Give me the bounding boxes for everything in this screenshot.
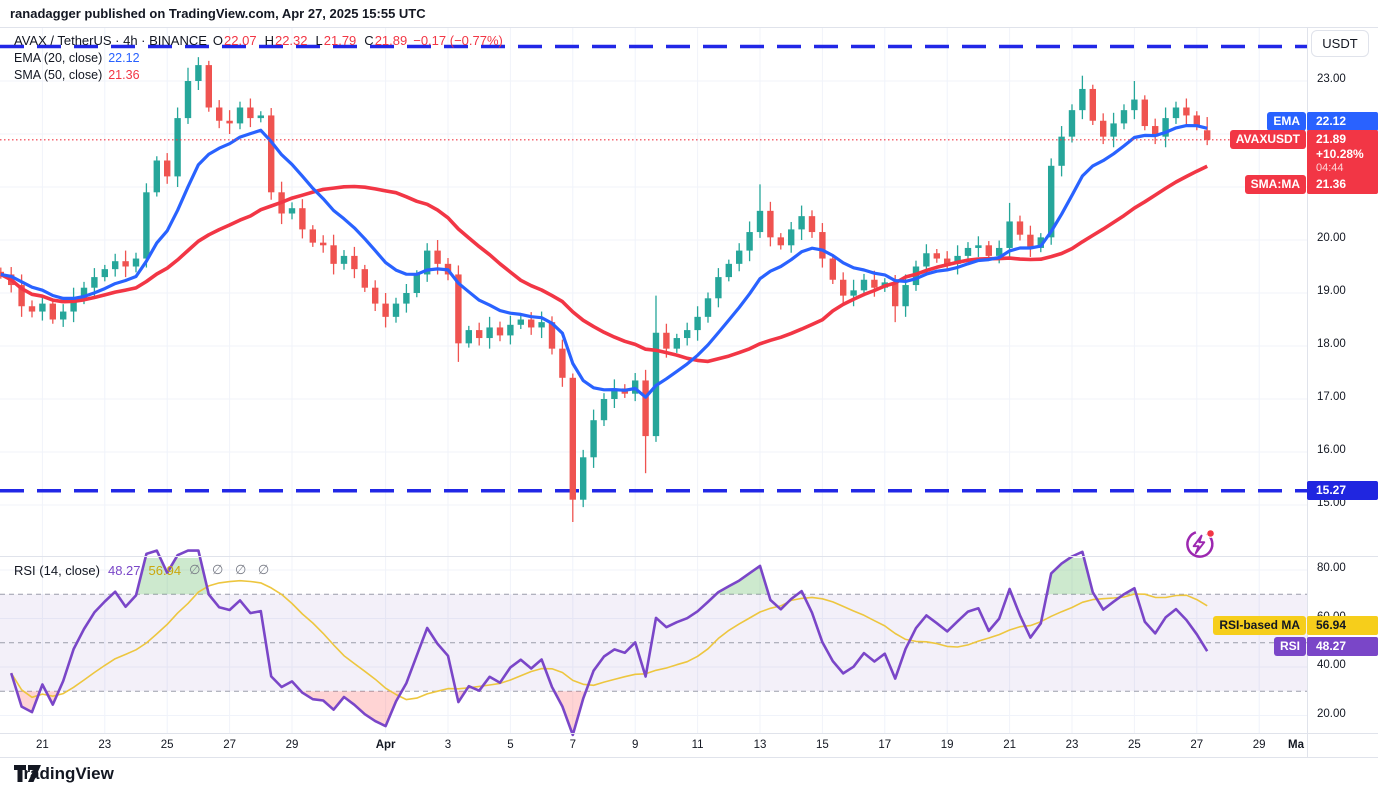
time-axis-label: 29 [1253, 739, 1266, 751]
rsi-value-tag: RSI 48.27 [1274, 637, 1378, 656]
tradingview-chart-screenshot: ranadagger published on TradingView.com,… [0, 0, 1378, 796]
symbol-legend: AVAX / TetherUS · 4h · BINANCE O22.07 H2… [14, 33, 503, 84]
open-label: O [213, 33, 223, 49]
price-tick: 16.00 [1317, 444, 1346, 456]
last-price: 21.89 [1316, 132, 1378, 147]
time-axis-label: 13 [754, 739, 767, 751]
rsi-tick: 40.00 [1317, 659, 1346, 671]
sma-label: SMA (50, close) [14, 67, 102, 83]
time-axis-label: 27 [1190, 739, 1203, 751]
time-axis-label: 27 [223, 739, 236, 751]
sma-tag-value: 21.36 [1307, 175, 1378, 194]
symbol-legend-main-row: AVAX / TetherUS · 4h · BINANCE O22.07 H2… [14, 33, 503, 49]
time-axis-label: 11 [692, 739, 704, 751]
time-axis-label: 23 [1066, 739, 1079, 751]
flash-icon[interactable] [1184, 526, 1218, 560]
symbol-price-tag: AVAXUSDT 21.89 +10.28% 04:44 [1230, 130, 1378, 179]
symbol-tag-chip: AVAXUSDT [1230, 130, 1306, 149]
high-label: H [265, 33, 274, 49]
sma-value: 21.36 [108, 67, 139, 83]
sma-legend-row: SMA (50, close) 21.36 [14, 67, 503, 83]
time-axis-label: 9 [632, 739, 638, 751]
time-axis-label: 23 [98, 739, 111, 751]
ema-value: 22.12 [108, 50, 139, 66]
time-axis-label: 5 [507, 739, 513, 751]
ohlc-values: O22.07 H22.32 L21.79 C21.89 [213, 33, 407, 49]
price-tick: 23.00 [1317, 73, 1346, 85]
tradingview-footer[interactable]: TradingView [14, 764, 114, 784]
time-axis-label: 19 [941, 739, 954, 751]
close-value: 21.89 [375, 33, 408, 49]
rsi-tag-chip: RSI [1274, 637, 1306, 656]
rsi-value: 48.27 [108, 563, 141, 578]
close-label: C [364, 33, 373, 49]
tradingview-logo-icon [14, 764, 41, 784]
change-percent: +10.28% [1316, 147, 1378, 162]
rsi-ma-tag-value: 56.94 [1307, 616, 1378, 635]
price-tick: 18.00 [1317, 338, 1346, 350]
price-tick: 19.00 [1317, 285, 1346, 297]
change-value: −0.17 (−0.77%) [413, 33, 503, 49]
ema-legend-row: EMA (20, close) 22.12 [14, 50, 503, 66]
price-tick: 17.00 [1317, 391, 1346, 403]
rsi-ma-tag: RSI-based MA 56.94 [1213, 616, 1378, 635]
ema-price-tag: EMA 22.12 [1267, 112, 1378, 131]
symbol-title: AVAX / TetherUS · 4h · BINANCE [14, 33, 207, 49]
rsi-tick: 20.00 [1317, 708, 1346, 720]
attribution-text: ranadagger published on TradingView.com,… [10, 6, 426, 21]
support-level-value: 15.27 [1307, 481, 1378, 500]
currency-button[interactable]: USDT [1311, 30, 1369, 57]
time-axis-label: 29 [286, 739, 299, 751]
time-axis-label: Ma [1288, 739, 1304, 751]
time-axis-label: 25 [1128, 739, 1141, 751]
low-value: 21.79 [324, 33, 357, 49]
rsi-ma-tag-chip: RSI-based MA [1213, 616, 1306, 635]
time-axis-label: 3 [445, 739, 451, 751]
time-axis-label: 17 [878, 739, 891, 751]
symbol-tag-value: 21.89 +10.28% 04:44 [1307, 130, 1378, 179]
rsi-label: RSI (14, close) [14, 563, 100, 578]
time-axis-label: Apr [376, 739, 396, 751]
rsi-tag-value: 48.27 [1307, 637, 1378, 656]
sma-tag-chip: SMA:MA [1245, 175, 1306, 194]
time-axis-label: 15 [816, 739, 829, 751]
rsi-legend: RSI (14, close) 48.27 56.94 ∅ ∅ ∅ ∅ [14, 562, 273, 578]
ema-label: EMA (20, close) [14, 50, 102, 66]
time-axis-label: 7 [570, 739, 576, 751]
open-value: 22.07 [224, 33, 257, 49]
sma-price-tag: SMA:MA 21.36 [1245, 175, 1378, 194]
time-axis-label: 25 [161, 739, 174, 751]
chart-canvas[interactable] [0, 0, 1378, 796]
support-level-tag: 15.27 [1307, 481, 1378, 500]
low-label: L [316, 33, 323, 49]
rsi-tick: 80.00 [1317, 562, 1346, 574]
time-axis-label: 21 [1003, 739, 1016, 751]
rsi-empty-values: ∅ ∅ ∅ ∅ [189, 562, 273, 578]
price-tick: 20.00 [1317, 232, 1346, 244]
time-axis-label: 21 [36, 739, 49, 751]
high-value: 22.32 [275, 33, 308, 49]
ema-tag-value: 22.12 [1307, 112, 1378, 131]
rsi-ma-value: 56.94 [149, 563, 182, 578]
ema-tag-chip: EMA [1267, 112, 1306, 131]
